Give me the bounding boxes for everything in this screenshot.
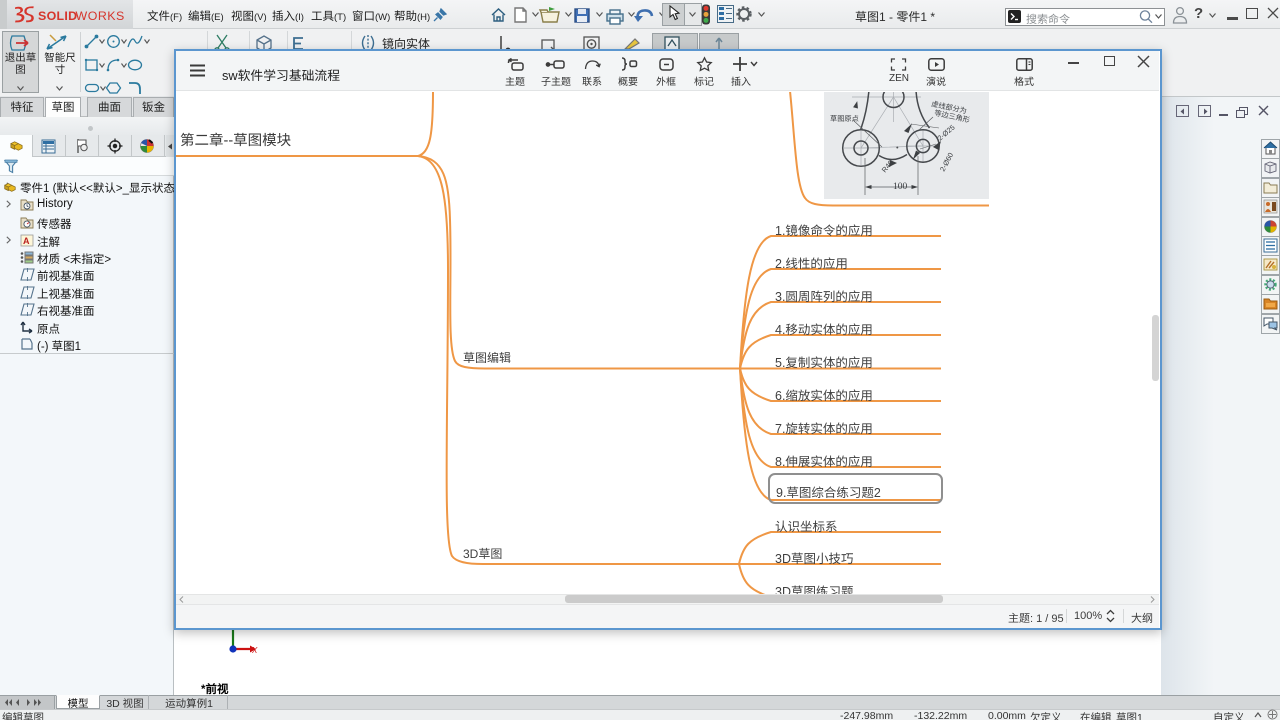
svg-text:X: X bbox=[251, 646, 258, 655]
svg-text:WORKS: WORKS bbox=[76, 9, 125, 23]
svg-text:草图原点: 草图原点 bbox=[830, 114, 859, 123]
svg-text:SOLID: SOLID bbox=[38, 9, 77, 23]
svg-text:100: 100 bbox=[893, 182, 908, 192]
svg-text:A: A bbox=[23, 236, 30, 246]
